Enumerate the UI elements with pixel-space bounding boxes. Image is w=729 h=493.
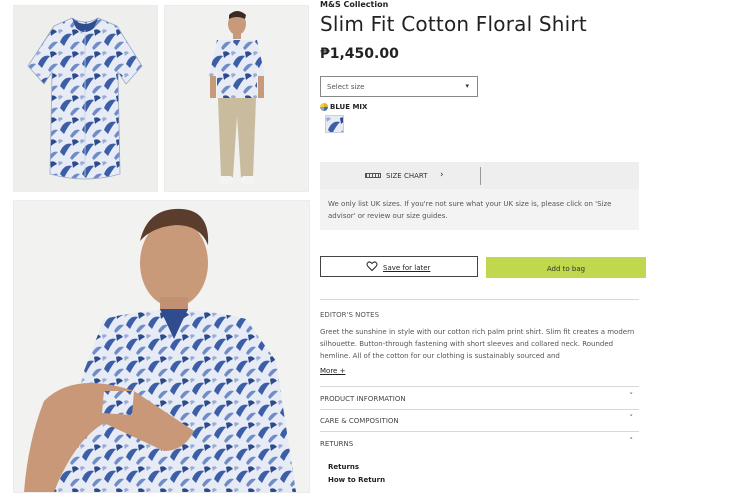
editors-notes-heading: EDITOR'S NOTES [320, 311, 380, 319]
size-note-box: We only list UK sizes. If you're not sur… [320, 189, 639, 230]
accordion-product-information[interactable]: PRODUCT INFORMATION ˅ [320, 389, 639, 409]
size-note-text: We only list UK sizes. If you're not sur… [328, 200, 612, 220]
accordion-returns[interactable]: RETURNS ˄ [320, 434, 639, 454]
size-chart-bar[interactable]: SIZE CHART › [320, 162, 639, 189]
product-price: ₱1,450.00 [320, 46, 399, 62]
accordion-label: RETURNS [320, 440, 354, 448]
accordion-care-composition[interactable]: CARE & COMPOSITION ˅ [320, 411, 639, 431]
more-link[interactable]: More + [320, 367, 345, 375]
chevron-right-icon: › [440, 170, 444, 180]
divider [320, 431, 639, 432]
accordion-label: PRODUCT INFORMATION [320, 395, 406, 403]
how-to-return-link[interactable]: How to Return [328, 476, 385, 484]
colour-swatch-blue-mix[interactable] [325, 115, 344, 133]
product-title: Slim Fit Cotton Floral Shirt [320, 12, 587, 36]
chevron-down-icon: ▾ [465, 82, 469, 90]
save-for-later-label: Save for later [383, 264, 431, 272]
colour-name: BLUE MIX [330, 103, 368, 111]
divider [320, 409, 639, 410]
add-to-bag-button[interactable]: Add to bag [486, 257, 646, 278]
ruler-icon [365, 173, 381, 178]
accordion-label: CARE & COMPOSITION [320, 417, 399, 425]
divider [320, 386, 639, 387]
chevron-up-icon: ˄ [629, 437, 634, 445]
product-image-model-closeup[interactable] [13, 200, 310, 493]
product-image-model-full[interactable] [164, 5, 309, 192]
brand-label: M&S Collection [320, 0, 389, 9]
shirt-image [27, 17, 143, 180]
divider [480, 167, 481, 185]
size-select-value: Select size [327, 83, 365, 91]
heart-icon [366, 261, 378, 272]
divider [320, 299, 639, 300]
add-to-bag-label: Add to bag [546, 265, 586, 273]
returns-link[interactable]: Returns [328, 463, 359, 471]
chevron-down-icon: ˅ [629, 392, 634, 400]
chevron-down-icon: ˅ [629, 414, 634, 422]
save-for-later-button[interactable]: Save for later [320, 256, 478, 277]
size-select[interactable]: Select size ▾ [320, 76, 478, 97]
model-full-image [209, 11, 265, 184]
size-chart-label: SIZE CHART [386, 172, 428, 180]
product-image-shirt[interactable] [13, 5, 158, 192]
model-closeup-image [24, 208, 296, 492]
colour-wheel-icon [320, 103, 328, 111]
editors-notes-text: Greet the sunshine in style with our cot… [320, 328, 635, 360]
colour-row: BLUE MIX [320, 101, 367, 113]
